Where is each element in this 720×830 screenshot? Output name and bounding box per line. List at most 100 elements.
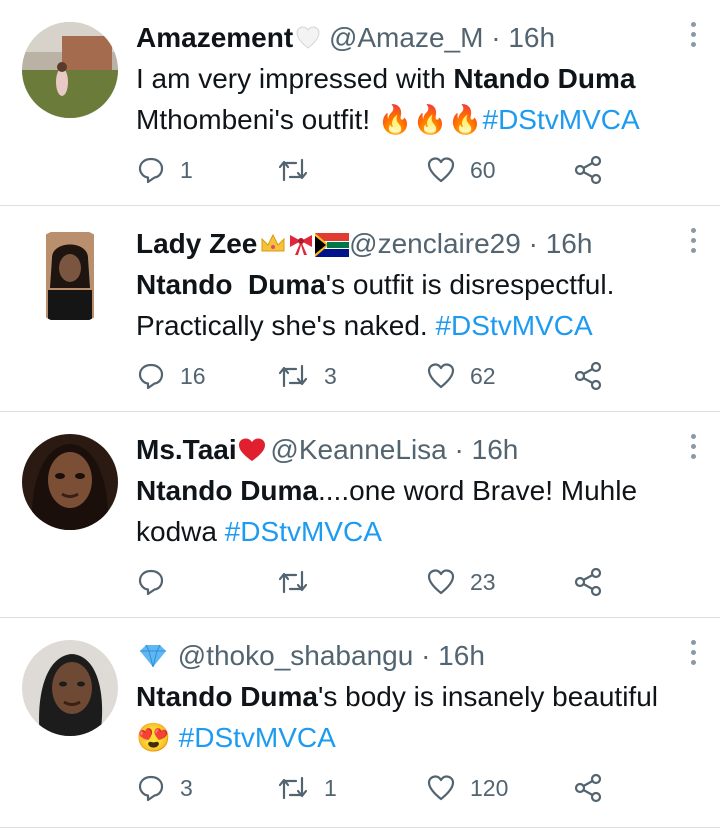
tweet-text: I am very impressed with Ntando Duma Mth… [136, 58, 700, 140]
more-options-icon[interactable] [688, 434, 698, 464]
display-name[interactable]: Amazement [136, 22, 293, 53]
reply-count: 1 [180, 156, 193, 183]
timestamp[interactable]: 16h [546, 228, 593, 259]
separator-dot: · [421, 640, 431, 671]
display-name[interactable]: Lady Zee [136, 228, 257, 259]
like-button[interactable]: 120 [426, 768, 508, 808]
avatar[interactable] [22, 22, 118, 118]
tweet[interactable]: Ms.Taai @KeanneLisa · 16h Ntando Duma...… [0, 412, 720, 618]
reply-icon [138, 569, 164, 596]
like-button[interactable]: 23 [426, 562, 496, 602]
display-name[interactable]: Ms.Taai [136, 434, 237, 465]
more-options-icon[interactable] [688, 640, 698, 670]
retweet-icon [278, 776, 308, 800]
tweet-text: Ntando Duma's outfit is disrespectful. P… [136, 264, 700, 346]
tweet-feed: Amazement @Amaze_M · 16h I am very impre… [0, 0, 720, 828]
like-count: 120 [470, 774, 509, 801]
like-count: 62 [470, 362, 496, 389]
diamond-icon [136, 640, 170, 668]
tweet-actions: 16 3 62 [136, 356, 606, 396]
heart-icon [427, 569, 455, 595]
mention-name: Ntando Duma [136, 269, 326, 300]
reply-button[interactable]: 1 [136, 150, 193, 190]
retweet-button[interactable] [276, 150, 324, 190]
tweet-actions: 3 1 120 [136, 768, 606, 808]
timestamp[interactable]: 16h [438, 640, 485, 671]
hashtag-link[interactable]: #DStvMVCA [435, 310, 592, 341]
user-handle[interactable]: @Amaze_M [329, 22, 483, 53]
reply-button[interactable]: 3 [136, 768, 193, 808]
timestamp[interactable]: 16h [472, 434, 519, 465]
share-button[interactable] [572, 356, 604, 396]
tweet-body: @thoko_shabangu · 16h Ntando Duma's body… [136, 636, 700, 758]
separator-dot: · [454, 434, 464, 465]
share-button[interactable] [572, 562, 604, 602]
text-segment: Mthombeni's outfit! [136, 104, 378, 135]
red-heart-icon [237, 434, 265, 461]
heart-icon [427, 363, 455, 389]
reply-icon [138, 157, 164, 184]
like-button[interactable]: 62 [426, 356, 496, 396]
user-handle[interactable]: @zenclaire29 [349, 228, 521, 259]
share-icon [574, 361, 602, 391]
white-heart-icon [295, 22, 321, 49]
south-africa-flag-icon [315, 228, 350, 257]
avatar[interactable] [22, 640, 118, 736]
heart-icon [427, 775, 455, 801]
tweet[interactable]: @thoko_shabangu · 16h Ntando Duma's body… [0, 618, 720, 828]
user-handle[interactable]: @thoko_shabangu [178, 640, 414, 671]
tweet-text: Ntando Duma's body is insanely beautiful… [136, 676, 700, 758]
crown-icon [259, 228, 285, 254]
timestamp[interactable]: 16h [508, 22, 555, 53]
hashtag-link[interactable]: #DStvMVCA [483, 104, 640, 135]
avatar[interactable] [22, 434, 118, 530]
tweet[interactable]: Lady Zee @zenclaire29 · 16h Ntando Duma'… [0, 206, 720, 412]
retweet-button[interactable]: 3 [276, 356, 337, 396]
retweet-count: 1 [324, 774, 337, 801]
reply-button[interactable]: 16 [136, 356, 206, 396]
tweet-actions: 1 60 [136, 150, 606, 190]
tweet-body: Amazement @Amaze_M · 16h I am very impre… [136, 18, 700, 140]
reply-count: 16 [180, 362, 206, 389]
reply-button[interactable] [136, 562, 180, 602]
text-segment: I am very impressed with [136, 63, 454, 94]
more-options-icon[interactable] [688, 22, 698, 52]
share-icon [574, 773, 602, 803]
tweet-body: Lady Zee @zenclaire29 · 16h Ntando Duma'… [136, 224, 700, 346]
tweet[interactable]: Amazement @Amaze_M · 16h I am very impre… [0, 0, 720, 206]
like-button[interactable]: 60 [426, 150, 496, 190]
reply-count: 3 [180, 774, 193, 801]
avatar[interactable] [22, 228, 118, 324]
retweet-button[interactable]: 1 [276, 768, 337, 808]
hashtag-link[interactable]: #DStvMVCA [225, 516, 382, 547]
share-icon [574, 155, 602, 185]
fire-emoji: 🔥🔥🔥 [377, 104, 483, 135]
tweet-header: Amazement @Amaze_M · 16h [136, 18, 700, 58]
more-options-icon[interactable] [688, 228, 698, 258]
like-count: 60 [470, 156, 496, 183]
hashtag-link[interactable]: #DStvMVCA [179, 722, 336, 753]
retweet-icon [278, 570, 308, 594]
text-segment: 's body is insanely beautiful [318, 681, 658, 712]
separator-dot: · [528, 228, 538, 259]
retweet-icon [278, 364, 308, 388]
share-icon [574, 567, 602, 597]
heart-eyes-emoji: 😍 [136, 722, 171, 753]
retweet-button[interactable] [276, 562, 324, 602]
reply-icon [138, 775, 164, 802]
share-button[interactable] [572, 768, 604, 808]
user-handle[interactable]: @KeanneLisa [270, 434, 446, 465]
ribbon-icon [287, 228, 313, 255]
like-count: 23 [470, 568, 496, 595]
mention-name: Ntando Duma [453, 63, 636, 94]
heart-icon [427, 157, 455, 183]
separator-dot: · [491, 22, 501, 53]
tweet-header: @thoko_shabangu · 16h [136, 636, 700, 676]
share-button[interactable] [572, 150, 604, 190]
text-segment [171, 722, 179, 753]
retweet-count: 3 [324, 362, 337, 389]
tweet-header: Ms.Taai @KeanneLisa · 16h [136, 430, 700, 470]
mention-name: Ntando Duma [136, 681, 318, 712]
mention-name: Ntando Duma [136, 475, 318, 506]
retweet-icon [278, 158, 308, 182]
